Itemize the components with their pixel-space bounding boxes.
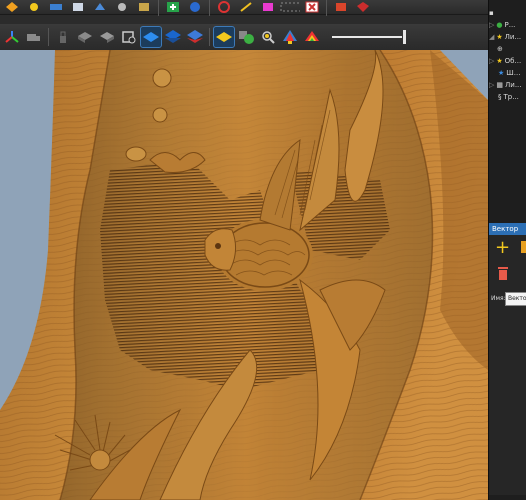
vector-panel-body: + (489, 235, 526, 495)
dashed-rect-icon[interactable] (280, 0, 300, 17)
name-label: Имя: (491, 295, 506, 302)
yellow-diamond-icon[interactable] (213, 26, 235, 48)
toolbar-separator (326, 0, 327, 16)
layers-icon[interactable] (46, 0, 66, 17)
add-green-icon[interactable] (134, 0, 154, 17)
toolbar-view (0, 24, 488, 51)
path-icon: § (498, 93, 502, 101)
box-gray-icon[interactable] (75, 27, 95, 47)
axis-icon[interactable] (2, 27, 22, 47)
shape-icon: ▪ (489, 9, 494, 17)
shape-flag-icon[interactable] (280, 27, 300, 47)
tree-item-label: Ли... (505, 81, 522, 89)
grid-icon: ▦ (496, 81, 504, 89)
green-circle-icon[interactable] (236, 27, 256, 47)
tree-item-4[interactable]: ★ Ш... (489, 68, 520, 78)
gear-icon: ⊕ (497, 45, 503, 53)
zoom-slider[interactable] (332, 28, 406, 46)
dashed-rect-icon[interactable] (258, 0, 278, 17)
trash-icon[interactable] (497, 265, 509, 285)
collapse-icon: ◢ (489, 33, 495, 41)
add-icon[interactable]: + (495, 239, 510, 257)
blue-star-icon: ★ (498, 69, 505, 77)
rainbow-icon[interactable] (302, 27, 322, 47)
tree-item-child[interactable]: ⊕ (497, 44, 503, 54)
project-panel: ▪ ▷ ● Р... ◢ ★ Ли... ⊕ ▷ ★ Об... ★ Ш... … (488, 0, 526, 500)
tree-item-5[interactable]: ▷ ▦ Ли... (489, 80, 522, 90)
green-dot-icon: ● (496, 21, 503, 29)
stack-icon[interactable] (112, 0, 132, 17)
expand-icon: ▷ (489, 21, 495, 29)
toolbar-separator (48, 28, 49, 46)
close-red-icon[interactable] (302, 0, 322, 17)
star-icon: ★ (496, 57, 503, 65)
slider-thumb[interactable] (403, 30, 406, 44)
wand-icon[interactable] (214, 0, 234, 17)
toolbar-top (0, 0, 488, 17)
tool-icon[interactable] (119, 27, 139, 47)
tree-item-label: Ш... (506, 69, 521, 77)
expand-icon: ▷ (489, 81, 495, 89)
spiral-icon[interactable] (185, 0, 205, 17)
toolbar-separator (158, 0, 159, 16)
gears-icon[interactable] (90, 0, 110, 17)
truck-icon[interactable] (24, 27, 44, 47)
red-layer-icon[interactable] (185, 27, 205, 47)
tree-item-label: Ли... (504, 33, 522, 41)
shield-blue-icon[interactable] (163, 0, 183, 17)
gear-zoom-icon[interactable] (258, 27, 278, 47)
toolbar-separator (209, 28, 210, 46)
wood-relief-model (0, 50, 488, 500)
tree-item-label: Об... (504, 57, 522, 65)
tree-item-1[interactable]: ▷ ● Р... (489, 20, 515, 30)
blue-layer-icon[interactable] (163, 27, 183, 47)
box-gray2-icon[interactable] (97, 27, 117, 47)
orange-shape-icon[interactable] (2, 0, 22, 17)
tree-item-6[interactable]: § Тр... (489, 92, 519, 102)
tree-item-2[interactable]: ◢ ★ Ли... (489, 32, 521, 42)
tree-item-3[interactable]: ▷ ★ Об... (489, 56, 521, 66)
vector-panel-header[interactable]: Вектор (489, 223, 526, 235)
red-cube-icon[interactable] (353, 0, 373, 17)
lock-icon[interactable] (53, 27, 73, 47)
magic-icon[interactable] (236, 0, 256, 17)
paint-icon[interactable] (331, 0, 351, 17)
3d-viewport[interactable] (0, 50, 488, 500)
yellow-star-icon[interactable] (24, 0, 44, 17)
tree-item-label: Р... (504, 21, 516, 29)
tree-item-label: Тр... (503, 93, 519, 101)
slider-track (332, 36, 402, 38)
toolbar-separator (209, 0, 210, 16)
expand-icon: ▷ (489, 57, 495, 65)
name-field[interactable]: Векто (505, 292, 526, 306)
blue-plane-icon[interactable] (140, 26, 162, 48)
folder-icon[interactable] (521, 241, 526, 253)
star-icon: ★ (496, 33, 503, 41)
blue-cube-icon[interactable] (68, 0, 88, 17)
tree-item-root[interactable]: ▪ (489, 8, 494, 18)
